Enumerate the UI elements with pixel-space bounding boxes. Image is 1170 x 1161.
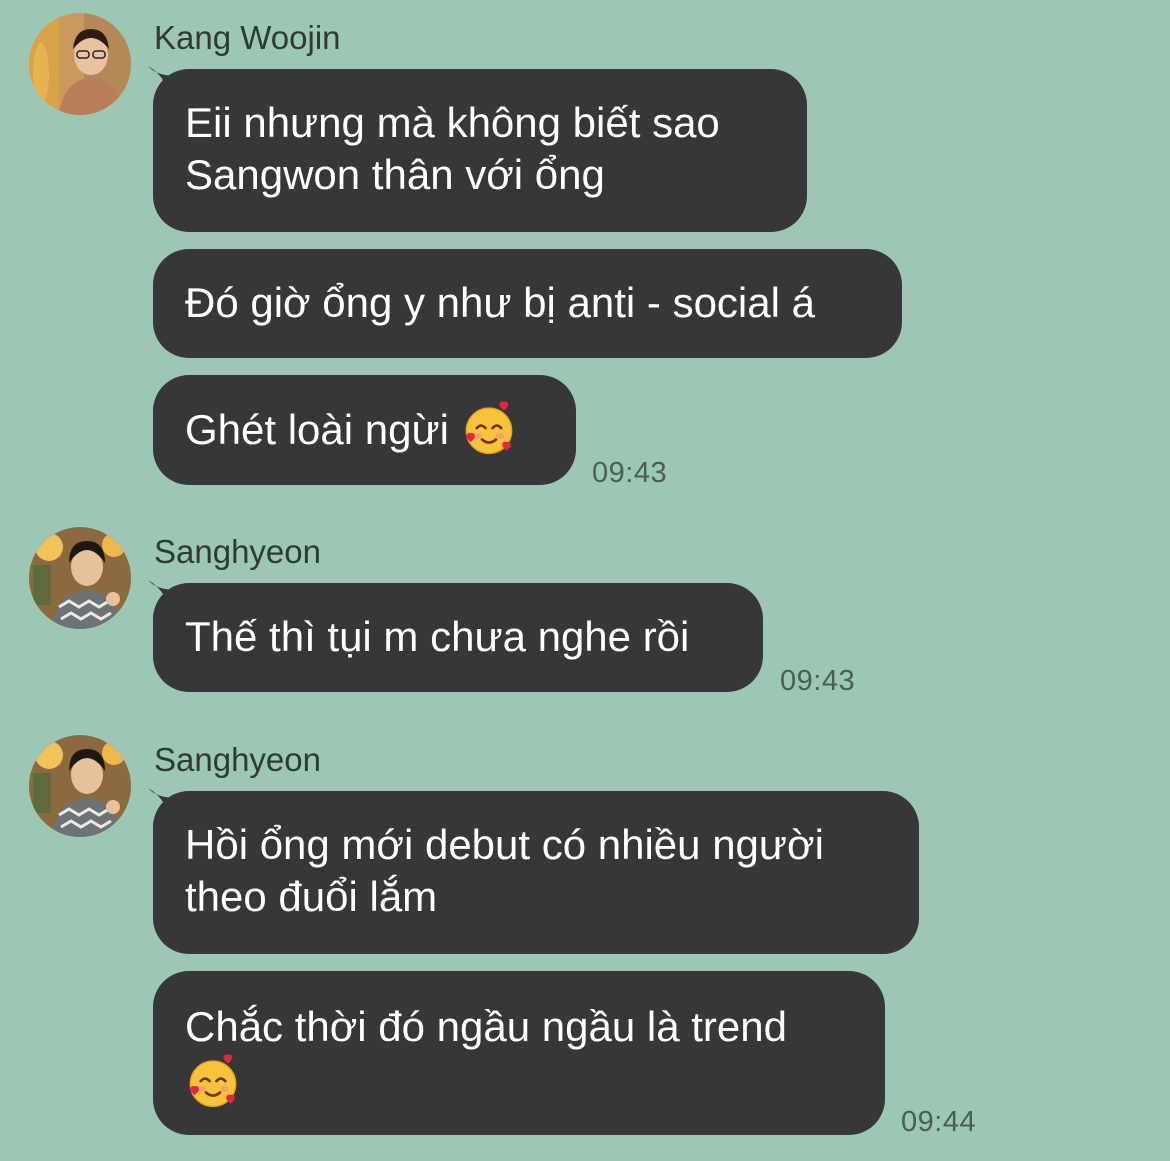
message-bubble[interactable]: Hồi ổng mới debut có nhiều người theo đu… bbox=[153, 791, 919, 954]
sender-name: Sanghyeon bbox=[154, 533, 321, 570]
message-timestamp: 09:43 bbox=[780, 665, 856, 697]
avatar-kang-woojin[interactable] bbox=[29, 13, 131, 115]
message-timestamp: 09:44 bbox=[901, 1106, 977, 1138]
message-bubble[interactable]: Thế thì tụi m chưa nghe rồi bbox=[153, 583, 763, 692]
message-bubble[interactable]: Đó giờ ổng y như bị anti - social á bbox=[153, 249, 902, 358]
sender-name: Sanghyeon bbox=[154, 741, 321, 778]
message-text: Đó giờ ổng y như bị anti - social á bbox=[185, 279, 815, 326]
message-text: Thế thì tụi m chưa nghe rồi bbox=[185, 613, 690, 660]
message-text: Ghét loài ngừi bbox=[185, 406, 449, 453]
message-timestamp: 09:43 bbox=[592, 457, 668, 489]
message-bubble[interactable]: Chắc thời đó ngầu ngầu là trend bbox=[153, 971, 885, 1135]
avatar-sanghyeon[interactable] bbox=[29, 735, 131, 837]
smiling-face-with-hearts-icon bbox=[461, 401, 517, 457]
message-text: Hồi ổng mới debut có nhiều người theo đu… bbox=[185, 821, 824, 920]
message-text: Eii nhưng mà không biết sao Sangwon thân… bbox=[185, 99, 720, 198]
message-bubble[interactable]: Eii nhưng mà không biết sao Sangwon thân… bbox=[153, 69, 807, 232]
avatar-image bbox=[29, 13, 131, 115]
avatar-sanghyeon[interactable] bbox=[29, 527, 131, 629]
smiling-face-with-hearts-icon bbox=[185, 1054, 241, 1110]
message-text: Chắc thời đó ngầu ngầu là trend bbox=[185, 1003, 787, 1050]
avatar-image bbox=[29, 527, 131, 629]
avatar-image bbox=[29, 735, 131, 837]
message-bubble[interactable]: Ghét loài ngừi bbox=[153, 375, 576, 485]
sender-name: Kang Woojin bbox=[154, 19, 341, 56]
